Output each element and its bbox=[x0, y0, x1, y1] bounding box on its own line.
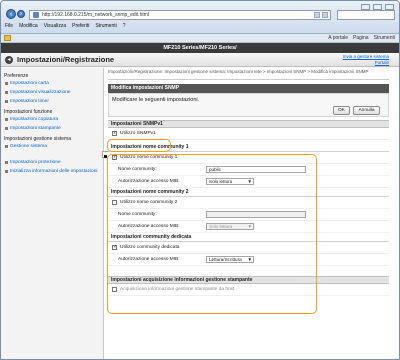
printer-info-row: Acquisizione informazioni gestione stamp… bbox=[108, 283, 389, 296]
main-content: Impostazioni/Registrazione: Impostazioni… bbox=[107, 68, 389, 359]
community1-name-row: Nome community: public bbox=[108, 163, 389, 176]
browser-window: ‹ › http://192.168.0.215/m_network_snmp_… bbox=[0, 0, 400, 360]
page-header: ◂ Impostazioni/Registrazione Invia a ges… bbox=[1, 53, 399, 67]
panel-text: Modificare le seguenti impostazioni. bbox=[112, 96, 200, 103]
menu-modifica[interactable]: Modifica bbox=[19, 23, 38, 29]
sidebar-item-init[interactable]: Inizializza informazioni delle impostazi… bbox=[4, 167, 100, 176]
menu-preferiti[interactable]: Preferiti bbox=[72, 23, 89, 29]
community1-name-label: Nome community: bbox=[118, 166, 157, 172]
portal-link[interactable]: Portale bbox=[343, 60, 389, 66]
panel-box: Modificare le seguenti impostazioni. OK … bbox=[108, 92, 389, 117]
search-input[interactable] bbox=[337, 10, 395, 20]
use-community2-checkbox[interactable] bbox=[112, 199, 117, 205]
back-circle-icon[interactable]: ◂ bbox=[5, 56, 13, 64]
sidebar: Preferenze Impostazioni carta Impostazio… bbox=[1, 68, 150, 359]
community1-mib-select[interactable]: Solo lettura ▼ bbox=[206, 177, 254, 185]
sidebar-item-copy[interactable]: Impostazioni copiatura bbox=[4, 115, 100, 124]
community1-use-row: Utilizzo nome community 1 bbox=[108, 151, 389, 164]
chevron-down-icon: ▼ bbox=[247, 223, 252, 229]
snmpv1-section-header: Impostazioni SNMPv1 bbox=[108, 119, 389, 128]
dedicated-use-row: Utilizzo community dedicata bbox=[108, 241, 389, 254]
use-community1-label: Utilizzo nome community 1 bbox=[120, 154, 178, 160]
dedicated-mib-value: Lettura/Scrittura bbox=[209, 256, 242, 262]
menu-file[interactable]: File bbox=[5, 23, 13, 29]
device-banner: MF210 Series/MF210 Series/ bbox=[1, 43, 399, 53]
use-dedicated-checkbox[interactable] bbox=[112, 244, 117, 250]
toolbar-tools[interactable]: Strumenti bbox=[374, 35, 395, 41]
dedicated-mib-row: Autorizzazione accesso MIB: Lettura/Scri… bbox=[108, 253, 389, 266]
use-snmpv1-checkbox[interactable] bbox=[112, 130, 117, 136]
sidebar-item-paper[interactable]: Impostazioni carta bbox=[4, 79, 100, 88]
page-icon bbox=[33, 12, 39, 18]
dedicated-mib-select[interactable]: Lettura/Scrittura ▼ bbox=[206, 255, 254, 263]
printer-info-checkbox[interactable] bbox=[112, 286, 117, 292]
toolbar-page[interactable]: Pagina bbox=[353, 35, 369, 41]
back-arrow-icon[interactable]: ‹ bbox=[6, 9, 16, 19]
favorites-icon[interactable] bbox=[4, 35, 11, 41]
community2-mib-label: Autorizzazione accesso MIB: bbox=[118, 223, 180, 229]
menu-help[interactable]: ? bbox=[123, 23, 126, 29]
browser-chrome: ‹ › http://192.168.0.215/m_network_snmp_… bbox=[1, 1, 399, 34]
breadcrumb: Impostazioni/Registrazione: Impostazioni… bbox=[108, 68, 389, 80]
address-bar[interactable]: http://192.168.0.215/m_network_snmp_edit… bbox=[29, 10, 331, 20]
url-text: http://192.168.0.215/m_network_snmp_edit… bbox=[42, 12, 150, 18]
community2-use-row: Utilizzo nome community 2 bbox=[108, 196, 389, 209]
tab-bar: A portale Pagina Strumenti bbox=[1, 34, 399, 43]
dedicated-mib-label: Autorizzazione accesso MIB: bbox=[118, 256, 180, 262]
toolbar-portal[interactable]: A portale bbox=[328, 35, 348, 41]
use-dedicated-label: Utilizzo community dedicata bbox=[120, 244, 180, 250]
community1-mib-value: Solo lettura bbox=[209, 178, 233, 184]
snmpv1-row: Utilizzo SNMPv1 bbox=[108, 127, 389, 140]
panel-title: Modifica impostazioni SNMP bbox=[108, 83, 389, 93]
sidebar-item-system-mgmt[interactable]: Gestione sistema bbox=[4, 142, 100, 151]
ok-button[interactable]: OK bbox=[333, 105, 350, 115]
page-title: Impostazioni/Registrazione bbox=[17, 55, 115, 64]
menu-bar: File Modifica Visualizza Preferiti Strum… bbox=[5, 23, 126, 29]
community1-name-input[interactable]: public bbox=[206, 165, 306, 173]
printer-info-section-header: Impostazioni acquisizione informazioni g… bbox=[108, 275, 389, 284]
community2-name-label: Nome community: bbox=[118, 211, 157, 217]
chevron-down-icon: ▼ bbox=[247, 256, 252, 262]
community2-mib-value: Solo lettura bbox=[209, 223, 233, 229]
dedicated-header: Impostazioni community dedicata bbox=[108, 232, 389, 242]
printer-info-label: Acquisizione informazioni gestione stamp… bbox=[120, 286, 235, 292]
use-community1-checkbox[interactable] bbox=[112, 154, 117, 160]
sidebar-item-display[interactable]: Impostazioni visualizzazione bbox=[4, 88, 100, 97]
use-snmpv1-label: Utilizzo SNMPv1 bbox=[120, 130, 156, 136]
sidebar-item-security[interactable]: Impostazioni protezione bbox=[4, 158, 100, 167]
menu-strumenti[interactable]: Strumenti bbox=[95, 23, 116, 29]
community2-header: Impostazioni nome community 2 bbox=[108, 187, 389, 197]
menu-visualizza[interactable]: Visualizza bbox=[44, 23, 66, 29]
use-community2-label: Utilizzo nome community 2 bbox=[120, 199, 178, 205]
community1-mib-row: Autorizzazione accesso MIB: Solo lettura… bbox=[108, 175, 389, 188]
cancel-button[interactable]: Annulla bbox=[353, 105, 380, 115]
community1-mib-label: Autorizzazione accesso MIB: bbox=[118, 178, 180, 184]
community2-mib-select[interactable]: Solo lettura ▼ bbox=[206, 222, 254, 230]
stop-icon[interactable] bbox=[322, 12, 328, 18]
community2-mib-row: Autorizzazione accesso MIB: Solo lettura… bbox=[108, 220, 389, 233]
community1-header: Impostazioni nome community 1 bbox=[108, 142, 389, 152]
community2-name-row: Nome community: bbox=[108, 208, 389, 221]
chevron-down-icon: ▼ bbox=[247, 178, 252, 184]
sidebar-item-timer[interactable]: Impostazioni timer bbox=[4, 97, 100, 106]
forward-arrow-icon[interactable]: › bbox=[17, 10, 25, 18]
community2-name-input[interactable] bbox=[206, 210, 306, 218]
refresh-icon[interactable] bbox=[314, 12, 320, 18]
sidebar-item-printer[interactable]: Impostazioni stampante bbox=[4, 124, 100, 133]
